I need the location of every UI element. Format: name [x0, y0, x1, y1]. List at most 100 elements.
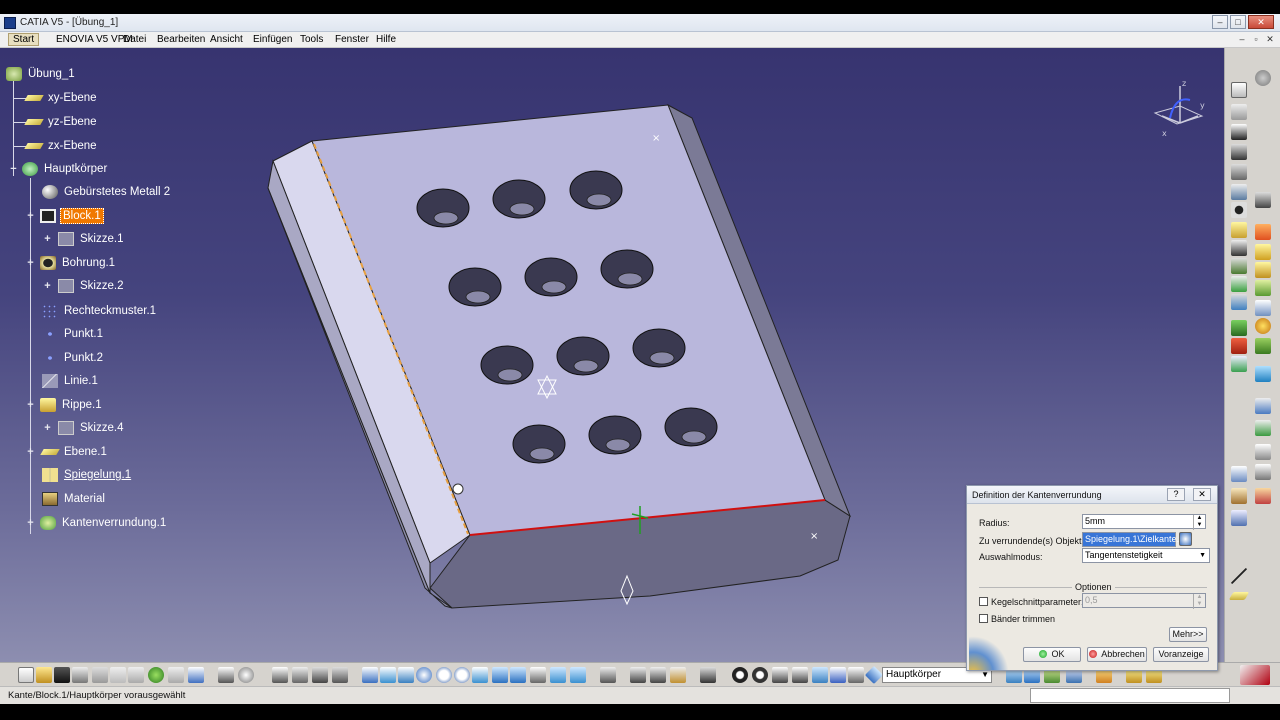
- zoom-in-icon[interactable]: [436, 667, 452, 683]
- expand-icon[interactable]: +: [26, 211, 35, 222]
- solid-combine-icon[interactable]: [1231, 276, 1247, 292]
- undo-icon[interactable]: [148, 667, 164, 683]
- view-icon[interactable]: [1231, 510, 1247, 526]
- tree-item-bohrung-1[interactable]: Bohrung.1: [40, 254, 117, 272]
- texture-icon[interactable]: [1231, 488, 1247, 504]
- doc-restore-button[interactable]: ▫: [1250, 34, 1262, 45]
- minimize-button[interactable]: –: [1212, 15, 1228, 29]
- tree-item-skizze-4[interactable]: Skizze.4: [58, 419, 125, 437]
- expand-icon[interactable]: +: [26, 518, 35, 529]
- close-window-button[interactable]: ✕: [1248, 15, 1274, 29]
- knowledge-icon[interactable]: [238, 667, 254, 683]
- tree-item-block-1[interactable]: Block.1: [40, 207, 104, 225]
- menu-bearbeiten[interactable]: Bearbeiten: [157, 34, 205, 45]
- tree-item-linie-1[interactable]: Linie.1: [42, 372, 100, 390]
- pad-icon[interactable]: [1231, 124, 1247, 140]
- swap-space-icon[interactable]: [550, 667, 566, 683]
- axis-icon[interactable]: [332, 667, 348, 683]
- multi-view-icon[interactable]: [570, 667, 586, 683]
- render-style-icon[interactable]: [510, 667, 526, 683]
- drag-icon[interactable]: [848, 667, 864, 683]
- tree-item-ebene-1[interactable]: Ebene.1: [40, 443, 109, 461]
- tree-item-material[interactable]: Material: [42, 490, 107, 508]
- mirror-icon[interactable]: [1255, 318, 1271, 334]
- cut-icon[interactable]: [92, 667, 108, 683]
- save-icon[interactable]: [54, 667, 70, 683]
- update-icon[interactable]: [600, 667, 616, 683]
- tree-item-yz-ebene[interactable]: yz-Ebene: [24, 113, 99, 131]
- copy-icon[interactable]: [110, 667, 126, 683]
- objects-input[interactable]: Spiegelung.1\Zielkante.1: [1082, 532, 1184, 547]
- tree-item-kantenverrundung-1[interactable]: Kantenverrundung.1: [40, 514, 168, 532]
- normal-view-icon[interactable]: [472, 667, 488, 683]
- snap-icon[interactable]: [1255, 464, 1271, 480]
- tree-root[interactable]: Übung_1: [6, 65, 77, 83]
- menu-einfuegen[interactable]: Einfügen: [253, 34, 292, 45]
- doc-close-button[interactable]: ✕: [1264, 34, 1276, 45]
- dialog-close-icon[interactable]: ✕: [1193, 488, 1211, 501]
- pan-icon[interactable]: [398, 667, 414, 683]
- orbit-icon[interactable]: [752, 667, 768, 683]
- surface-icon[interactable]: [1255, 366, 1271, 382]
- cancel-button[interactable]: Abbrechen: [1087, 647, 1147, 662]
- groove-icon[interactable]: [1231, 184, 1247, 200]
- scan-icon[interactable]: [732, 667, 748, 683]
- expand-icon[interactable]: +: [26, 400, 35, 411]
- sketcher-icon[interactable]: [1231, 82, 1247, 98]
- preview-button[interactable]: Voranzeige: [1153, 647, 1209, 662]
- expand-icon[interactable]: +: [43, 234, 52, 245]
- multi-sections-icon[interactable]: [1231, 294, 1247, 310]
- menu-datei[interactable]: Datei: [123, 34, 146, 45]
- redo-icon[interactable]: [168, 667, 184, 683]
- menu-start[interactable]: Start: [8, 33, 40, 46]
- stiffener-icon[interactable]: [1231, 258, 1247, 274]
- zoom-out-icon[interactable]: [454, 667, 470, 683]
- workbench-icon[interactable]: [1255, 70, 1271, 86]
- radius-spinner[interactable]: ▲ ▼: [1193, 515, 1205, 530]
- dialog-help-icon[interactable]: ?: [1167, 488, 1185, 501]
- tree-item-punkt-1[interactable]: Punkt.1: [42, 325, 105, 343]
- plane-icon[interactable]: [1228, 592, 1250, 600]
- hole-icon[interactable]: [1231, 202, 1247, 218]
- menu-fenster[interactable]: Fenster: [335, 34, 369, 45]
- work-object-icon[interactable]: [864, 665, 884, 685]
- pocket-icon[interactable]: [1231, 144, 1247, 160]
- tree-item-rippe-1[interactable]: Rippe.1: [40, 396, 104, 414]
- tree-item-gebuerstetes-metall[interactable]: Gebürstetes Metall 2: [42, 183, 172, 201]
- line-icon[interactable]: [1231, 568, 1247, 584]
- render-icon[interactable]: [1255, 488, 1271, 504]
- trim-ribbons-checkbox[interactable]: [979, 614, 988, 623]
- dimension-icon[interactable]: [650, 667, 666, 683]
- maximize-button[interactable]: □: [1230, 15, 1246, 29]
- open-icon[interactable]: [36, 667, 52, 683]
- apply-material-icon[interactable]: [1231, 466, 1247, 482]
- fillet-icon[interactable]: [1255, 224, 1271, 240]
- expand-icon[interactable]: +: [43, 281, 52, 292]
- table-icon[interactable]: [272, 667, 288, 683]
- tree-item-spiegelung-1[interactable]: Spiegelung.1: [42, 466, 133, 484]
- formula-icon[interactable]: [218, 667, 234, 683]
- cursor-icon[interactable]: [1255, 192, 1271, 208]
- menu-ansicht[interactable]: Ansicht: [210, 34, 243, 45]
- print-icon[interactable]: [72, 667, 88, 683]
- ortho-icon[interactable]: [792, 667, 808, 683]
- expand-icon[interactable]: +: [26, 258, 35, 269]
- hide-show-icon[interactable]: [530, 667, 546, 683]
- tool-icon[interactable]: [1231, 104, 1247, 120]
- draft-icon[interactable]: [1255, 244, 1271, 260]
- measure-icon[interactable]: [1255, 398, 1271, 414]
- rotation-icon[interactable]: [1255, 338, 1271, 354]
- doc-minimize-button[interactable]: –: [1236, 34, 1248, 45]
- tree-item-skizze-2[interactable]: Skizze.2: [58, 277, 125, 295]
- tree-item-rechteckmuster-1[interactable]: Rechteckmuster.1: [42, 302, 158, 320]
- fit-all-icon[interactable]: [380, 667, 396, 683]
- rotate-icon[interactable]: [416, 667, 432, 683]
- shaft-icon[interactable]: [1231, 164, 1247, 180]
- compass-icon[interactable]: x y z: [1150, 78, 1210, 138]
- fly-mode-icon[interactable]: [362, 667, 378, 683]
- catalog-icon[interactable]: [312, 667, 328, 683]
- tree-item-xy-ebene[interactable]: xy-Ebene: [24, 89, 99, 107]
- rib-icon[interactable]: [1231, 222, 1247, 238]
- grid-snap-icon[interactable]: [772, 667, 788, 683]
- menu-enovia[interactable]: ENOVIA V5 VPM: [56, 34, 133, 45]
